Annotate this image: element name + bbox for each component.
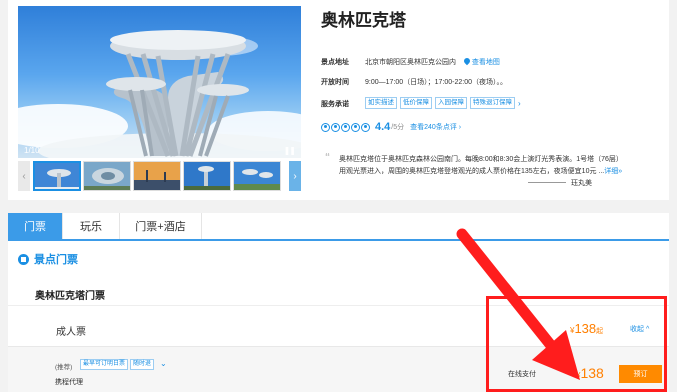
annotation-arrow-icon xyxy=(456,228,580,380)
